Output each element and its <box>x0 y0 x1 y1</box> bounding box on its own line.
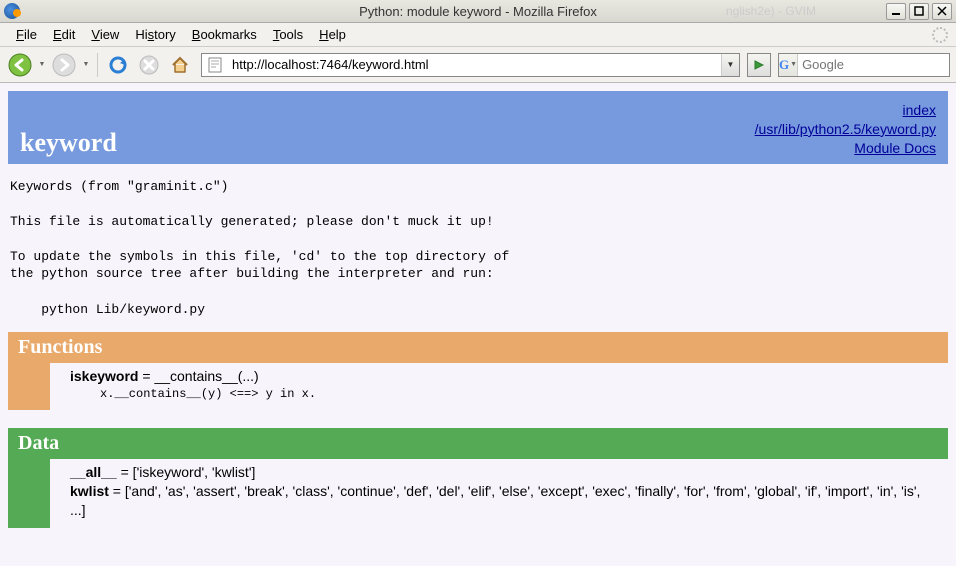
functions-heading: Functions <box>8 332 948 363</box>
header-links: index /usr/lib/python2.5/keyword.py Modu… <box>755 101 936 158</box>
forward-button[interactable] <box>50 51 78 79</box>
throbber-icon <box>932 27 948 43</box>
back-dropdown[interactable]: ▼ <box>37 51 47 79</box>
menubar: File Edit View History Bookmarks Tools H… <box>0 23 956 47</box>
search-input[interactable] <box>798 55 956 74</box>
data-content: __all__ = ['iskeyword', 'kwlist'] kwlist… <box>50 459 948 528</box>
data-all-value: = ['iskeyword', 'kwlist'] <box>117 464 256 480</box>
module-docs-link[interactable]: Module Docs <box>854 140 936 156</box>
function-signature: = __contains__(...) <box>138 368 258 384</box>
data-kwlist-name: kwlist <box>70 483 109 499</box>
back-button[interactable] <box>6 51 34 79</box>
source-path-link[interactable]: /usr/lib/python2.5/keyword.py <box>755 121 936 137</box>
menu-edit-label: dit <box>62 27 76 42</box>
menu-tools-label: ools <box>279 27 303 42</box>
forward-dropdown[interactable]: ▼ <box>81 51 91 79</box>
data-stripe <box>8 459 50 528</box>
menu-bookmarks[interactable]: Bookmarks <box>184 24 265 45</box>
home-button[interactable] <box>166 51 194 79</box>
url-dropdown[interactable]: ▼ <box>721 54 739 76</box>
module-header: keyword index /usr/lib/python2.5/keyword… <box>8 91 948 164</box>
close-button[interactable] <box>932 3 952 20</box>
toolbar: ▼ ▼ ▼ G ▼ <box>0 47 956 83</box>
separator <box>97 53 98 77</box>
functions-content: iskeyword = __contains__(...) x.__contai… <box>50 363 948 410</box>
module-title: keyword <box>20 128 117 158</box>
background-window-hint: nglish2e) - GVIM <box>726 4 816 18</box>
url-bar[interactable]: ▼ <box>201 53 740 77</box>
menu-bookmarks-label: ookmarks <box>200 27 256 42</box>
data-heading: Data <box>8 428 948 459</box>
search-engine-selector[interactable]: G ▼ <box>779 54 798 76</box>
menu-file[interactable]: File <box>8 24 45 45</box>
firefox-icon <box>4 3 20 19</box>
function-name: iskeyword <box>70 368 138 384</box>
go-button[interactable] <box>747 53 771 77</box>
url-input[interactable] <box>228 55 721 74</box>
module-description: Keywords (from "graminit.c") This file i… <box>8 164 948 332</box>
window-titlebar: Python: module keyword - Mozilla Firefox… <box>0 0 956 23</box>
google-icon: G <box>779 57 789 73</box>
index-link[interactable]: index <box>903 102 936 118</box>
menu-tools[interactable]: Tools <box>265 24 311 45</box>
page-content: keyword index /usr/lib/python2.5/keyword… <box>0 83 956 566</box>
menu-help[interactable]: Help <box>311 24 354 45</box>
menu-file-label: ile <box>24 27 37 42</box>
menu-edit[interactable]: Edit <box>45 24 83 45</box>
data-section: __all__ = ['iskeyword', 'kwlist'] kwlist… <box>8 459 948 528</box>
menu-view-label: iew <box>100 27 120 42</box>
page-icon <box>205 55 225 75</box>
menu-view[interactable]: View <box>83 24 127 45</box>
function-doc: x.__contains__(y) <==> y in x. <box>100 386 932 402</box>
minimize-button[interactable] <box>886 3 906 20</box>
menu-history[interactable]: History <box>127 24 183 45</box>
search-bar[interactable]: G ▼ <box>778 53 950 77</box>
maximize-button[interactable] <box>909 3 929 20</box>
reload-button[interactable] <box>104 51 132 79</box>
stop-button[interactable] <box>135 51 163 79</box>
data-all-name: __all__ <box>70 464 117 480</box>
menu-help-label: elp <box>329 27 346 42</box>
functions-stripe <box>8 363 50 410</box>
data-kwlist-value: = ['and', 'as', 'assert', 'break', 'clas… <box>70 483 920 518</box>
menu-history-label: tory <box>154 27 176 42</box>
functions-section: iskeyword = __contains__(...) x.__contai… <box>8 363 948 410</box>
